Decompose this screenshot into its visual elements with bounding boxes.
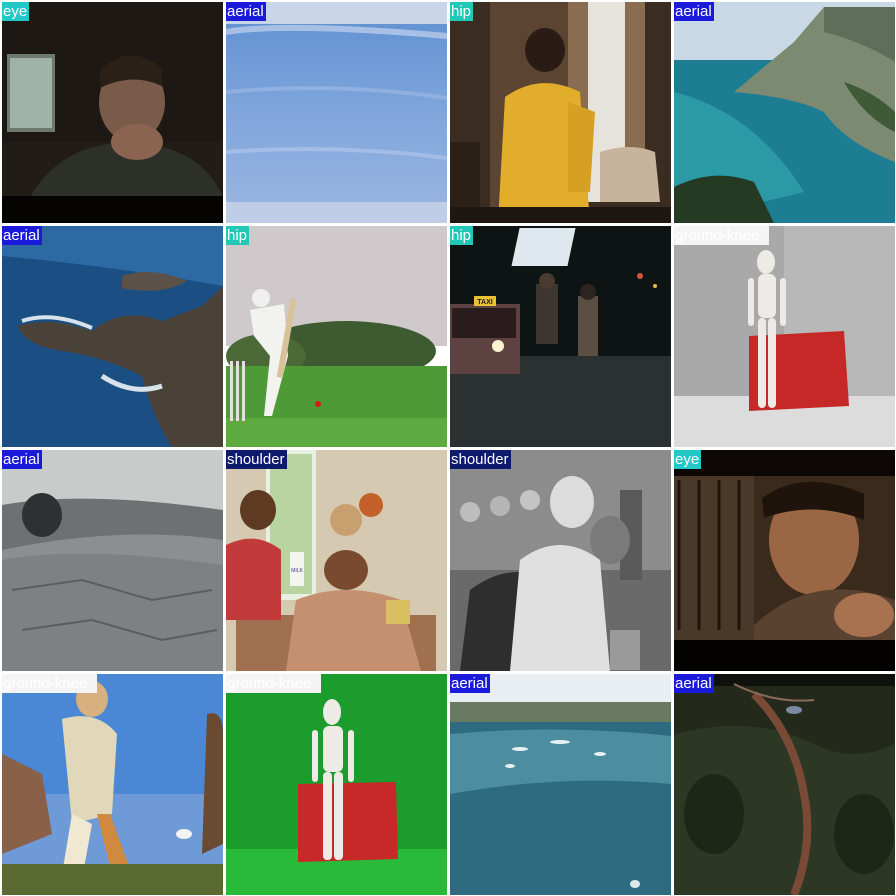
tile-image <box>450 2 671 223</box>
shot-type-label: aerial <box>226 2 266 21</box>
tile-image <box>674 226 895 447</box>
image-tile[interactable]: hip <box>450 2 671 223</box>
shot-type-label: shoulder <box>450 450 511 469</box>
shot-type-label: aerial <box>674 674 714 693</box>
shot-type-label: eye <box>674 450 702 469</box>
tile-image <box>674 450 895 671</box>
image-tile[interactable]: aerial <box>450 674 671 895</box>
tile-image <box>2 450 223 671</box>
image-tile[interactable]: aerial <box>674 674 895 895</box>
shot-type-label: hip <box>450 226 474 245</box>
tile-image <box>2 674 223 895</box>
image-tile[interactable]: eye <box>674 450 895 671</box>
tile-image <box>226 674 447 895</box>
tile-image <box>226 226 447 447</box>
image-tile[interactable]: ground-knee <box>2 674 223 895</box>
shot-type-label: aerial <box>450 674 490 693</box>
tile-image <box>450 674 671 895</box>
milk-carton-text: MILK <box>291 568 303 574</box>
image-tile[interactable]: MILK shoulder <box>226 450 447 671</box>
image-tile[interactable]: TAXI hip <box>450 226 671 447</box>
shot-type-label: eye <box>2 2 30 21</box>
tile-image <box>226 2 447 223</box>
image-tile[interactable]: aerial <box>2 450 223 671</box>
tile-image: MILK <box>226 450 447 671</box>
image-tile[interactable]: hip <box>226 226 447 447</box>
shot-type-label: aerial <box>2 450 42 469</box>
shot-type-image-grid: eye aerial hip aerial aerial hip TAXI hi… <box>0 0 896 896</box>
image-tile[interactable]: aerial <box>2 226 223 447</box>
image-tile[interactable]: aerial <box>674 2 895 223</box>
image-tile[interactable]: aerial <box>226 2 447 223</box>
image-tile[interactable]: ground-knee <box>674 226 895 447</box>
image-tile[interactable]: eye <box>2 2 223 223</box>
taxi-sign-text: TAXI <box>477 299 492 306</box>
shot-type-label: ground-knee <box>226 674 321 693</box>
image-tile[interactable]: shoulder <box>450 450 671 671</box>
tile-image: TAXI <box>450 226 671 447</box>
shot-type-label: shoulder <box>226 450 287 469</box>
tile-image <box>2 2 223 223</box>
image-tile[interactable]: ground-knee <box>226 674 447 895</box>
tile-image <box>2 226 223 447</box>
shot-type-label: ground-knee <box>2 674 97 693</box>
tile-image <box>674 2 895 223</box>
shot-type-label: aerial <box>674 2 714 21</box>
shot-type-label: ground-knee <box>674 226 769 245</box>
shot-type-label: hip <box>226 226 250 245</box>
tile-image <box>674 674 895 895</box>
shot-type-label: aerial <box>2 226 42 245</box>
shot-type-label: hip <box>450 2 474 21</box>
tile-image <box>450 450 671 671</box>
